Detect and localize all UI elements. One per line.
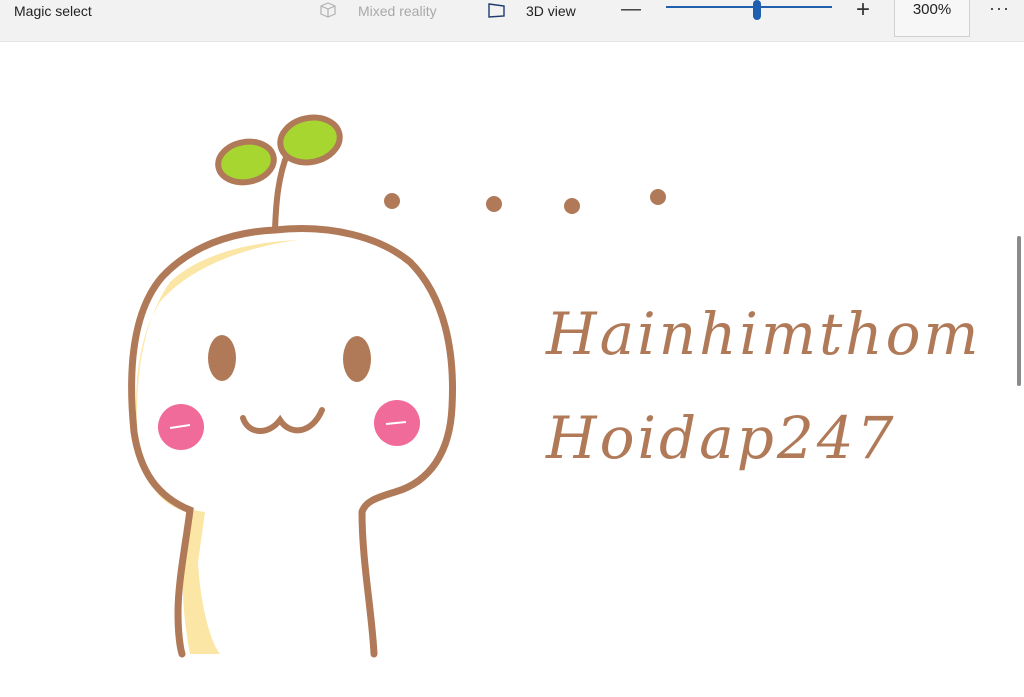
dot-1 [384,193,400,209]
3d-view-button[interactable]: 3D view [486,0,576,22]
left-eye [208,335,236,381]
handwriting-line-1: Hainhimthom [546,300,982,368]
handwriting-line-2: Hoidap247 [546,404,897,472]
zoom-in-button[interactable]: + [856,0,871,23]
mixed-reality-label: Mixed reality [358,3,437,19]
minus-icon: — [621,0,641,20]
magic-select-label: Magic select [14,3,92,19]
zoom-slider-track[interactable] [666,6,832,8]
dot-4 [650,189,666,205]
more-options-button[interactable]: ··· [989,0,1010,19]
magic-select-button[interactable]: Magic select [14,0,92,22]
zoom-level-field[interactable]: 300% [894,0,970,37]
3d-view-icon [486,0,508,23]
3d-view-label: 3D view [526,3,576,19]
drawing-canvas[interactable]: Hainhimthom Hoidap247 [0,42,1024,697]
sprout-character-drawing [128,114,666,658]
body-shading [136,240,298,654]
body-outline-right [271,225,456,658]
mixed-reality-icon [318,0,340,23]
ellipsis-icon: ··· [989,0,1010,18]
zoom-level-value: 300% [912,1,952,18]
dot-2 [486,196,502,212]
sprout-stem [272,149,291,233]
dot-3 [564,198,580,214]
zoom-out-button[interactable]: — [621,0,641,20]
toolbar: Magic select Mixed reality 3D view — + 3… [0,0,1024,42]
plus-icon: + [856,0,871,23]
zoom-slider-thumb[interactable] [753,0,761,20]
right-leaf [277,114,343,166]
mouth [240,407,325,434]
right-eye [343,336,371,382]
vertical-scrollbar[interactable] [1017,236,1021,386]
mixed-reality-button[interactable]: Mixed reality [318,0,437,22]
body-outline [128,226,279,658]
left-leaf [215,138,277,186]
